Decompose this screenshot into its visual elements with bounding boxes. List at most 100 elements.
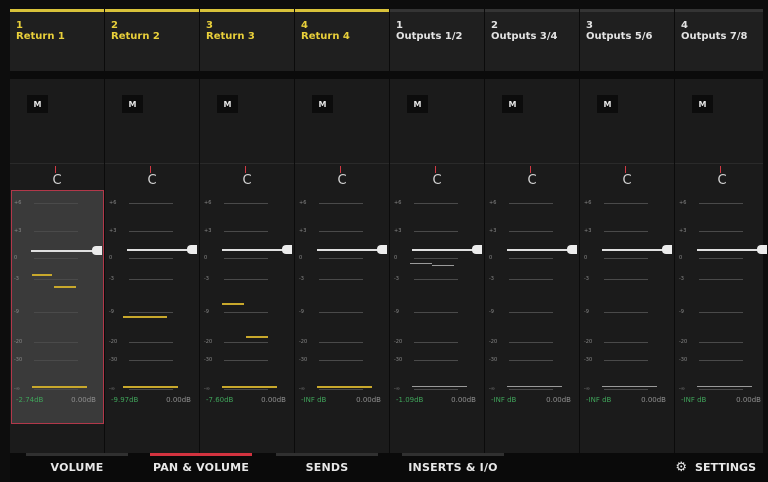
scale-mark: -3 xyxy=(299,275,369,283)
mute-button[interactable]: M xyxy=(27,95,48,113)
fader-scale[interactable]: +6 +3 0 -3 -9 -20 -30 -∞ xyxy=(580,190,674,424)
scale-label: -9 xyxy=(299,309,304,315)
scale-label: 0 xyxy=(299,255,303,261)
scale-label: -30 xyxy=(489,357,498,363)
pan-knob[interactable]: C xyxy=(715,174,729,188)
scale-mark: -3 xyxy=(679,275,749,283)
scale-mark: -30 xyxy=(204,356,274,364)
channel-header[interactable]: 1 Return 1 xyxy=(10,12,104,71)
channel-strip[interactable]: 1 Outputs 1/2 M C +6 +3 0 -3 -9 -20 -30 … xyxy=(390,9,485,453)
channel-header[interactable]: 4 Outputs 7/8 xyxy=(675,12,763,71)
settings-button[interactable]: ⚙ SETTINGS xyxy=(675,453,756,482)
fader-scale[interactable]: +6 +3 0 -3 -9 -20 -30 -∞ xyxy=(295,190,389,424)
tab-label: VOLUME xyxy=(50,461,104,474)
tab-volume[interactable]: VOLUME xyxy=(18,453,136,482)
fader-scale[interactable]: +6 +3 0 -3 -9 -20 -30 -∞ xyxy=(675,190,763,424)
tab-inserts-io[interactable]: INSERTS & I/O xyxy=(394,453,512,482)
tab-pan-volume[interactable]: PAN & VOLUME xyxy=(142,453,260,482)
volume-value: 0.00dB xyxy=(451,396,476,404)
scale-label: -20 xyxy=(109,339,118,345)
scale-mark: -9 xyxy=(584,308,654,316)
fader-scale[interactable]: +6 +3 0 -3 -9 -20 -30 -∞ xyxy=(485,190,579,424)
fader-scale[interactable]: +6 +3 0 -3 -9 -20 -30 -∞ xyxy=(105,190,199,424)
fader-handle[interactable] xyxy=(377,245,387,254)
pan-knob[interactable]: C xyxy=(145,174,159,188)
mute-button[interactable]: M xyxy=(502,95,523,113)
channel-header[interactable]: 4 Return 4 xyxy=(295,12,389,71)
fader-handle[interactable] xyxy=(662,245,672,254)
scale-mark: -30 xyxy=(109,356,179,364)
scale-label: +6 xyxy=(679,200,687,206)
scale-mark: +3 xyxy=(679,227,749,235)
mute-button[interactable]: M xyxy=(692,95,713,113)
pan-knob[interactable]: C xyxy=(430,174,444,188)
divider xyxy=(200,71,294,79)
fader-handle[interactable] xyxy=(92,246,102,255)
scale-label: +6 xyxy=(489,200,497,206)
fader-handle[interactable] xyxy=(567,245,577,254)
fader-scale[interactable]: +6 +3 0 -3 -9 -20 -30 -∞ xyxy=(200,190,294,424)
scale-label: +3 xyxy=(14,228,22,234)
scale-label: -∞ xyxy=(299,386,305,392)
channel-name: Outputs 7/8 xyxy=(681,31,748,42)
channel-header[interactable]: 1 Outputs 1/2 xyxy=(390,12,484,71)
pan-knob[interactable]: C xyxy=(50,174,64,188)
channel-header[interactable]: 2 Outputs 3/4 xyxy=(485,12,579,71)
scale-mark: -3 xyxy=(109,275,179,283)
channel-number: 4 xyxy=(301,20,308,31)
peak-level: -INF dB xyxy=(301,396,327,404)
scale-mark: -20 xyxy=(584,338,654,346)
channel-name: Outputs 3/4 xyxy=(491,31,558,42)
fader-handle[interactable] xyxy=(187,245,197,254)
scale-mark: +6 xyxy=(14,199,84,207)
mute-button[interactable]: M xyxy=(217,95,238,113)
divider xyxy=(105,163,199,164)
pan-knob[interactable]: C xyxy=(335,174,349,188)
fader-scale[interactable]: +6 +3 0 -3 -9 -20 -30 -∞ xyxy=(10,190,104,424)
scale-label: -20 xyxy=(679,339,688,345)
scale-label: +3 xyxy=(204,228,212,234)
pan-knob[interactable]: C xyxy=(240,174,254,188)
channel-strip[interactable]: 4 Return 4 M C +6 +3 0 -3 -9 -20 -30 -∞ … xyxy=(295,9,390,453)
level-meter xyxy=(222,303,244,305)
scale-mark: 0 xyxy=(204,254,274,262)
mute-button[interactable]: M xyxy=(312,95,333,113)
level-meter xyxy=(697,386,752,387)
scale-label: -∞ xyxy=(489,386,495,392)
mute-button[interactable]: M xyxy=(407,95,428,113)
channel-header[interactable]: 3 Return 3 xyxy=(200,12,294,71)
mute-button[interactable]: M xyxy=(597,95,618,113)
scale-label: 0 xyxy=(14,255,18,261)
scale-mark: -20 xyxy=(14,338,84,346)
channel-strip[interactable]: 3 Outputs 5/6 M C +6 +3 0 -3 -9 -20 -30 … xyxy=(580,9,675,453)
channel-strip[interactable]: 2 Outputs 3/4 M C +6 +3 0 -3 -9 -20 -30 … xyxy=(485,9,580,453)
fader-handle[interactable] xyxy=(757,245,767,254)
scale-label: 0 xyxy=(489,255,493,261)
channel-strip[interactable]: 3 Return 3 M C +6 +3 0 -3 -9 -20 -30 -∞ … xyxy=(200,9,295,453)
tab-indicator xyxy=(402,453,504,456)
mute-button[interactable]: M xyxy=(122,95,143,113)
scale-mark: +6 xyxy=(299,199,369,207)
channel-strip[interactable]: 4 Outputs 7/8 M C +6 +3 0 -3 -9 -20 -30 … xyxy=(675,9,767,453)
fader-track xyxy=(31,250,94,252)
channel-name: Return 3 xyxy=(206,31,255,42)
pan-knob[interactable]: C xyxy=(620,174,634,188)
channel-strip[interactable]: 1 Return 1 M C +6 +3 0 -3 -9 -20 -30 -∞ … xyxy=(10,9,105,453)
pan-knob[interactable]: C xyxy=(525,174,539,188)
scale-label: -∞ xyxy=(679,386,685,392)
channel-header[interactable]: 2 Return 2 xyxy=(105,12,199,71)
fader-handle[interactable] xyxy=(282,245,292,254)
scale-mark: +6 xyxy=(584,199,654,207)
scale-label: 0 xyxy=(584,255,588,261)
channel-header[interactable]: 3 Outputs 5/6 xyxy=(580,12,674,71)
scale-mark: -30 xyxy=(679,356,749,364)
peak-level: -2.74dB xyxy=(16,396,44,404)
scale-mark: 0 xyxy=(14,254,84,262)
scale-mark: -9 xyxy=(679,308,749,316)
scale-label: -9 xyxy=(109,309,114,315)
fader-scale[interactable]: +6 +3 0 -3 -9 -20 -30 -∞ xyxy=(390,190,484,424)
fader-handle[interactable] xyxy=(472,245,482,254)
peak-level: -1.09dB xyxy=(396,396,424,404)
tab-sends[interactable]: SENDS xyxy=(268,453,386,482)
channel-strip[interactable]: 2 Return 2 M C +6 +3 0 -3 -9 -20 -30 -∞ … xyxy=(105,9,200,453)
